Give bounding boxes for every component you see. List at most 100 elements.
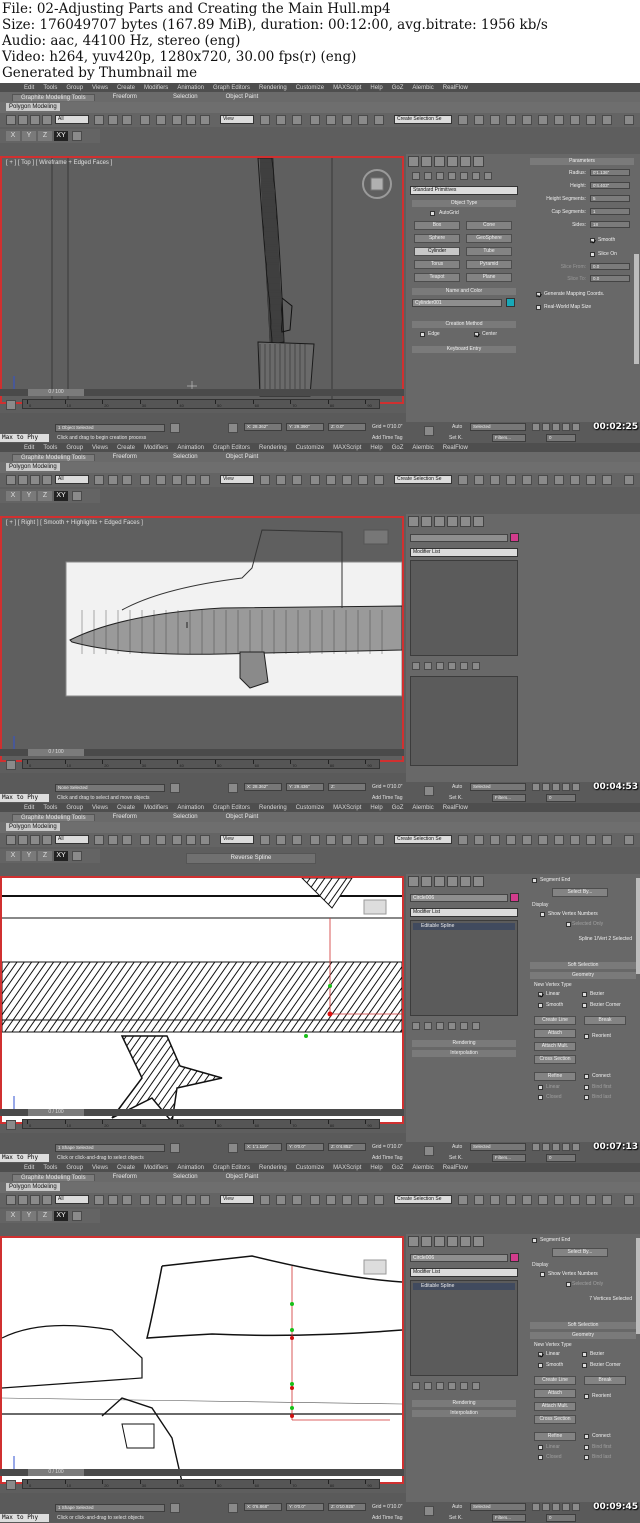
x-axis-icon[interactable]: X xyxy=(6,851,20,861)
reference-coord-dropdown[interactable]: View xyxy=(220,835,254,844)
render-tool-icon-8[interactable] xyxy=(586,475,596,485)
active-viewport[interactable]: [ + ] [ Top ] [ Wireframe + Edged Faces … xyxy=(0,156,404,404)
menu-item-help[interactable]: Help xyxy=(370,85,382,91)
object-name-field[interactable]: Cylinder001 xyxy=(412,299,502,307)
ribbon-tab-freeform[interactable]: Freeform xyxy=(105,94,145,100)
select-transform-icon-1[interactable] xyxy=(108,835,118,845)
playback-icon-4[interactable] xyxy=(572,783,580,791)
snap-tool-icon-1[interactable] xyxy=(276,1195,286,1205)
set-key-label[interactable]: Set K. xyxy=(449,1155,463,1161)
key-mode-icon[interactable] xyxy=(424,1146,434,1156)
create-teapot-button[interactable]: Teapot xyxy=(414,273,460,282)
ribbon-tab-selection[interactable]: Selection xyxy=(165,94,206,100)
time-slider[interactable]: 0 / 100 xyxy=(28,389,84,396)
snap-tool-icon-4[interactable] xyxy=(326,835,336,845)
coord-y-field[interactable]: Y: 0'0.0" xyxy=(286,1503,324,1511)
segment-end-checkbox[interactable] xyxy=(532,878,537,883)
key-set-dropdown[interactable]: Selected xyxy=(470,423,526,431)
auto-key-label[interactable]: Auto xyxy=(452,1504,462,1510)
undo-redo-link-icon-2[interactable] xyxy=(30,115,40,125)
ribbon-tab-freeform[interactable]: Freeform xyxy=(105,814,145,820)
playback-icon-0[interactable] xyxy=(532,783,540,791)
create-cone-button[interactable]: Cone xyxy=(466,221,512,230)
connect-checkbox[interactable] xyxy=(584,1434,589,1439)
connect-checkbox[interactable] xyxy=(584,1074,589,1079)
menu-item-edit[interactable]: Edit xyxy=(24,445,34,451)
snap-tool-icon-1[interactable] xyxy=(276,835,286,845)
undo-redo-link-icon-3[interactable] xyxy=(42,1195,52,1205)
rendering-rollout[interactable]: Rendering xyxy=(412,1040,516,1047)
undo-redo-link-icon-3[interactable] xyxy=(42,475,52,485)
coord-x-field[interactable]: X: 0'6.868" xyxy=(244,1503,282,1511)
snap-tool-icon-7[interactable] xyxy=(374,835,384,845)
create-tab-icon[interactable] xyxy=(408,156,419,167)
modifier-list-dropdown[interactable]: Modifier List xyxy=(410,548,518,557)
snap-tool-icon-3[interactable] xyxy=(310,1195,320,1205)
select-transform-icon-7[interactable] xyxy=(200,115,210,125)
modify-tab-icon[interactable] xyxy=(421,156,432,167)
render-tool-icon-1[interactable] xyxy=(474,115,484,125)
create-category-icon-5[interactable] xyxy=(472,172,480,180)
named-selection-dropdown[interactable]: Create Selection Se xyxy=(394,835,452,844)
create-category-icon-6[interactable] xyxy=(484,172,492,180)
render-tool-icon-0[interactable] xyxy=(458,115,468,125)
soft-selection-rollout[interactable]: Soft Selection xyxy=(530,1322,636,1329)
attach-mult-button[interactable]: Attach Mult. xyxy=(534,1402,576,1411)
modifier-stack[interactable]: Editable Spline xyxy=(410,1280,518,1376)
undo-redo-link-icon-3[interactable] xyxy=(42,115,52,125)
object-color-swatch[interactable] xyxy=(510,533,519,542)
closed-checkbox[interactable] xyxy=(538,1455,543,1460)
select-transform-icon-5[interactable] xyxy=(172,475,182,485)
snap-tool-icon-0[interactable] xyxy=(260,115,270,125)
select-transform-icon-4[interactable] xyxy=(156,475,166,485)
menu-item-tools[interactable]: Tools xyxy=(43,445,57,451)
utilities-tab-icon[interactable] xyxy=(473,1236,484,1247)
create-category-icon-3[interactable] xyxy=(448,172,456,180)
key-filter-icon[interactable] xyxy=(6,760,16,770)
render-tool-icon-5[interactable] xyxy=(538,115,548,125)
playback-icon-0[interactable] xyxy=(532,423,540,431)
attach-button[interactable]: Attach xyxy=(534,1029,576,1038)
auto-key-label[interactable]: Auto xyxy=(452,424,462,430)
undo-redo-link-icon-0[interactable] xyxy=(6,1195,16,1205)
selection-filter-dropdown[interactable]: All xyxy=(55,115,89,124)
render-tool-icon-7[interactable] xyxy=(570,475,580,485)
create-category-icon-0[interactable] xyxy=(412,172,420,180)
segment-end-checkbox[interactable] xyxy=(532,1238,537,1243)
render-tool-icon-2[interactable] xyxy=(490,115,500,125)
menu-item-tools[interactable]: Tools xyxy=(43,805,57,811)
render-tool-icon-9[interactable] xyxy=(602,835,612,845)
constraint-options-icon[interactable] xyxy=(72,1211,82,1221)
select-transform-icon-6[interactable] xyxy=(186,475,196,485)
render-tool-icon-10[interactable] xyxy=(624,115,634,125)
current-frame-field[interactable]: 0 xyxy=(546,1514,576,1522)
keyboard-entry-rollout[interactable]: Keyboard Entry xyxy=(412,346,516,353)
undo-redo-link-icon-1[interactable] xyxy=(18,1195,28,1205)
menu-item-edit[interactable]: Edit xyxy=(24,1165,34,1171)
polygon-modeling-tab[interactable]: Polygon Modeling xyxy=(6,1183,60,1191)
interpolation-rollout[interactable]: Interpolation xyxy=(412,1050,516,1057)
stack-tool-icon-0[interactable] xyxy=(412,662,420,670)
select-transform-icon-5[interactable] xyxy=(172,835,182,845)
y-axis-icon[interactable]: Y xyxy=(22,131,36,141)
stack-tool-icon-0[interactable] xyxy=(412,1382,420,1390)
current-frame-field[interactable]: 0 xyxy=(546,794,576,802)
modify-tab-icon[interactable] xyxy=(421,516,432,527)
create-pyramid-button[interactable]: Pyramid xyxy=(466,260,512,269)
render-tool-icon-7[interactable] xyxy=(570,835,580,845)
render-tool-icon-3[interactable] xyxy=(506,835,516,845)
panel-scrollbar[interactable] xyxy=(634,254,639,364)
menu-item-create[interactable]: Create xyxy=(117,805,135,811)
menu-item-rendering[interactable]: Rendering xyxy=(259,85,287,91)
undo-redo-link-icon-1[interactable] xyxy=(18,475,28,485)
menu-item-help[interactable]: Help xyxy=(370,445,382,451)
menu-item-animation[interactable]: Animation xyxy=(177,805,204,811)
menu-item-realflow[interactable]: RealFlow xyxy=(443,805,468,811)
coord-z-field[interactable]: Z: xyxy=(328,783,366,791)
z-axis-icon[interactable]: Z xyxy=(38,131,52,141)
render-tool-icon-6[interactable] xyxy=(554,835,564,845)
menu-item-rendering[interactable]: Rendering xyxy=(259,445,287,451)
menu-item-graph-editors[interactable]: Graph Editors xyxy=(213,1165,250,1171)
select-transform-icon-5[interactable] xyxy=(172,115,182,125)
stack-tool-icon-3[interactable] xyxy=(448,1022,456,1030)
